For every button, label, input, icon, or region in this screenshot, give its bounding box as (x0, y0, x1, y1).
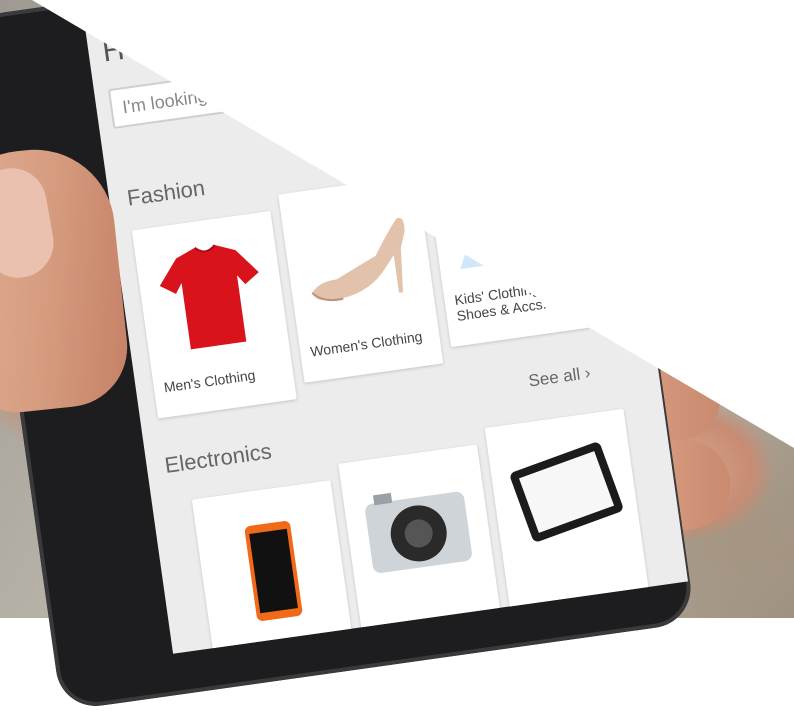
section-title-electronics: Electronics (163, 438, 274, 478)
tablet-icon (510, 442, 623, 542)
card-label: Men's Clothing (162, 366, 257, 396)
card-label: Women's Clothing (309, 328, 424, 360)
chevron-right-icon: › (583, 363, 592, 383)
camera-icon (365, 491, 472, 574)
category-card-smartphone[interactable] (191, 480, 357, 654)
category-card-tablet[interactable] (484, 408, 650, 617)
smartphone-icon (244, 521, 303, 621)
red-tshirt-icon (159, 244, 259, 350)
see-all-link[interactable]: See all › (527, 363, 592, 391)
see-all-label: See all (527, 364, 582, 391)
section-title-fashion: Fashion (125, 174, 207, 211)
category-card-mens-clothing[interactable]: Men's Clothing (131, 210, 297, 419)
